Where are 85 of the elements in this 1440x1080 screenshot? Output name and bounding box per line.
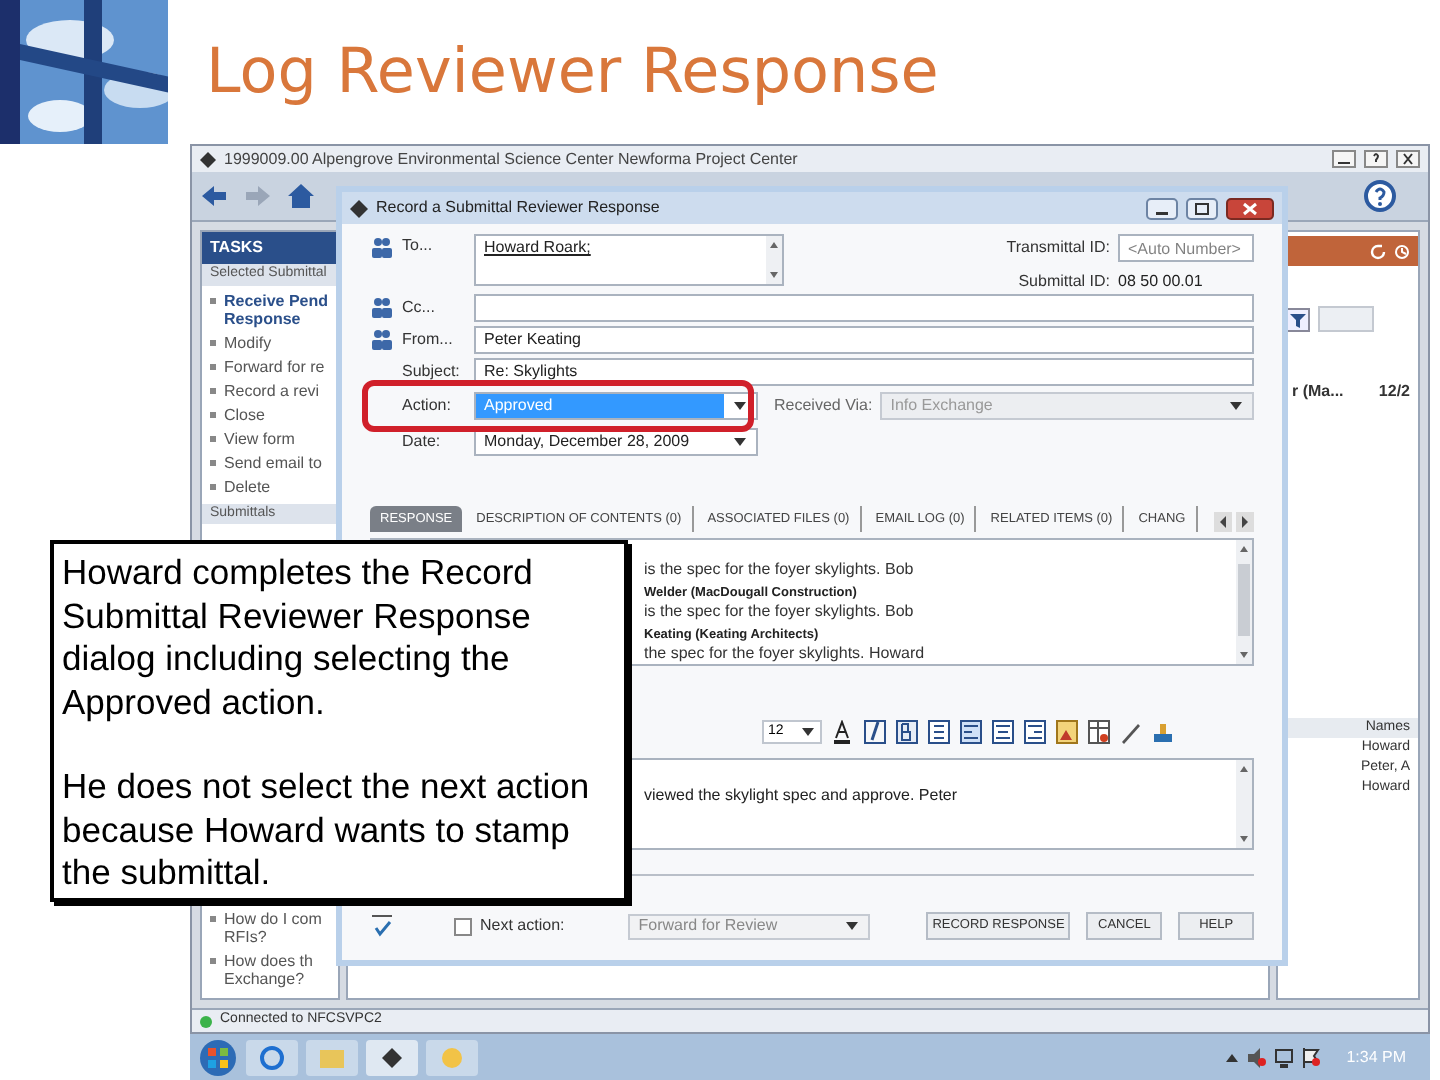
minimize-icon[interactable] [1332,150,1356,168]
scrollbar-icon [1236,540,1252,664]
align-center-icon[interactable] [992,720,1014,744]
task-link[interactable]: How do I com RFIs? [224,910,322,946]
submittal-id-value: 08 50 00.01 [1118,270,1203,294]
stamp-icon[interactable] [1152,720,1174,744]
people-icon[interactable] [370,235,394,257]
log-text: the spec for the foyer skylights. Howard [644,644,927,664]
transmittal-id-field[interactable]: <Auto Number> [1118,234,1254,262]
scrollbar-icon [1236,760,1252,848]
bold-icon[interactable] [896,720,918,744]
font-color-icon[interactable] [832,720,854,744]
task-link[interactable]: How does th Exchange? [224,952,313,988]
home-icon[interactable] [288,184,314,208]
panel-header: TASKS [202,232,338,264]
table-cell: 12/2 [1378,380,1410,404]
to-field[interactable]: Howard Roark; [474,234,784,286]
status-dot-icon [200,1015,212,1027]
dialog-logo-icon [350,199,368,217]
speaker-icon[interactable] [1246,1047,1267,1067]
close-icon[interactable] [1396,150,1420,168]
history-icon[interactable] [1394,243,1410,259]
subject-field[interactable]: Re: Skylights [474,357,1254,385]
people-icon[interactable] [370,296,394,318]
bullet-list-icon[interactable] [928,720,950,744]
checkbox-label: Next action: [480,914,565,938]
dialog-title: Record a Submittal Reviewer Response [376,196,660,220]
align-right-icon[interactable] [1024,720,1046,744]
network-icon[interactable] [1274,1047,1295,1067]
field-label: Action: [402,394,451,418]
checkbox[interactable] [454,917,472,935]
caret-icon [732,433,748,449]
table-cell: r (Ma... [1292,380,1344,404]
caret-icon [800,724,816,740]
caret-icon [844,918,861,934]
maximize-icon[interactable] [1186,197,1218,219]
task-link[interactable]: Modify [224,333,272,351]
task-link[interactable]: Forward for re [224,357,325,375]
task-link[interactable]: Record a revi [224,381,320,399]
help-icon[interactable] [1364,150,1388,168]
filter-icon[interactable] [1286,307,1310,331]
slide-title: Log Reviewer Response [206,34,939,112]
image-icon[interactable] [1056,720,1078,744]
from-field[interactable]: Peter Keating [474,325,1254,353]
people-icon[interactable] [370,328,394,350]
align-left-icon[interactable] [960,720,982,744]
scrollbar-icon [766,236,782,284]
clock: 1:34 PM [1344,1045,1408,1069]
address-link[interactable]: Cc... [402,295,435,319]
task-link[interactable]: Send email to [224,453,322,471]
field-label: Date: [402,429,441,453]
help-circle-icon[interactable] [1364,180,1396,212]
start-orb-icon[interactable] [198,1037,238,1077]
scroll-right-icon[interactable] [1236,512,1254,532]
cc-field[interactable] [474,293,1254,321]
italic-icon[interactable] [864,720,886,744]
caret-icon [1228,398,1244,414]
scroll-left-icon[interactable] [1214,512,1232,532]
task-link[interactable]: View form [224,429,295,447]
caret-icon [732,398,748,414]
tray-arrow-icon[interactable] [1226,1051,1239,1063]
log-text: is the spec for the foyer skylights. Bob [644,560,916,580]
spell-check-icon[interactable] [370,914,394,938]
window-title: 1999009.00 Alpengrove Environmental Science Center Newforma Project Center [224,147,798,171]
back-arrow-icon[interactable] [200,184,228,208]
task-link[interactable]: Delete [224,477,271,495]
flag-icon[interactable] [1302,1047,1323,1067]
log-text: is the spec for the foyer skylights. Bob [644,602,916,622]
field-label: Submittal ID: [1016,270,1110,294]
field-label: Transmittal ID: [1004,236,1110,260]
app-logo-icon [200,151,216,167]
browser-icon[interactable] [246,1039,298,1075]
field-label: Subject: [402,359,460,383]
close-icon[interactable] [1226,197,1274,219]
table-icon[interactable] [1088,720,1110,744]
refresh-icon[interactable] [1370,243,1386,259]
app-icon[interactable] [366,1039,418,1075]
address-link[interactable]: To... [402,234,433,258]
pen-icon[interactable] [1120,720,1142,744]
address-link[interactable]: From... [402,327,453,351]
field-label: Received Via: [774,394,873,418]
callout-text: Howard completes the Record Submittal Reviewer Response dialog including selecting the Approved action. [62,552,535,724]
minimize-icon[interactable] [1146,197,1178,219]
task-link[interactable]: Close [224,405,265,423]
task-link[interactable]: Receive Pend Response [224,291,329,327]
